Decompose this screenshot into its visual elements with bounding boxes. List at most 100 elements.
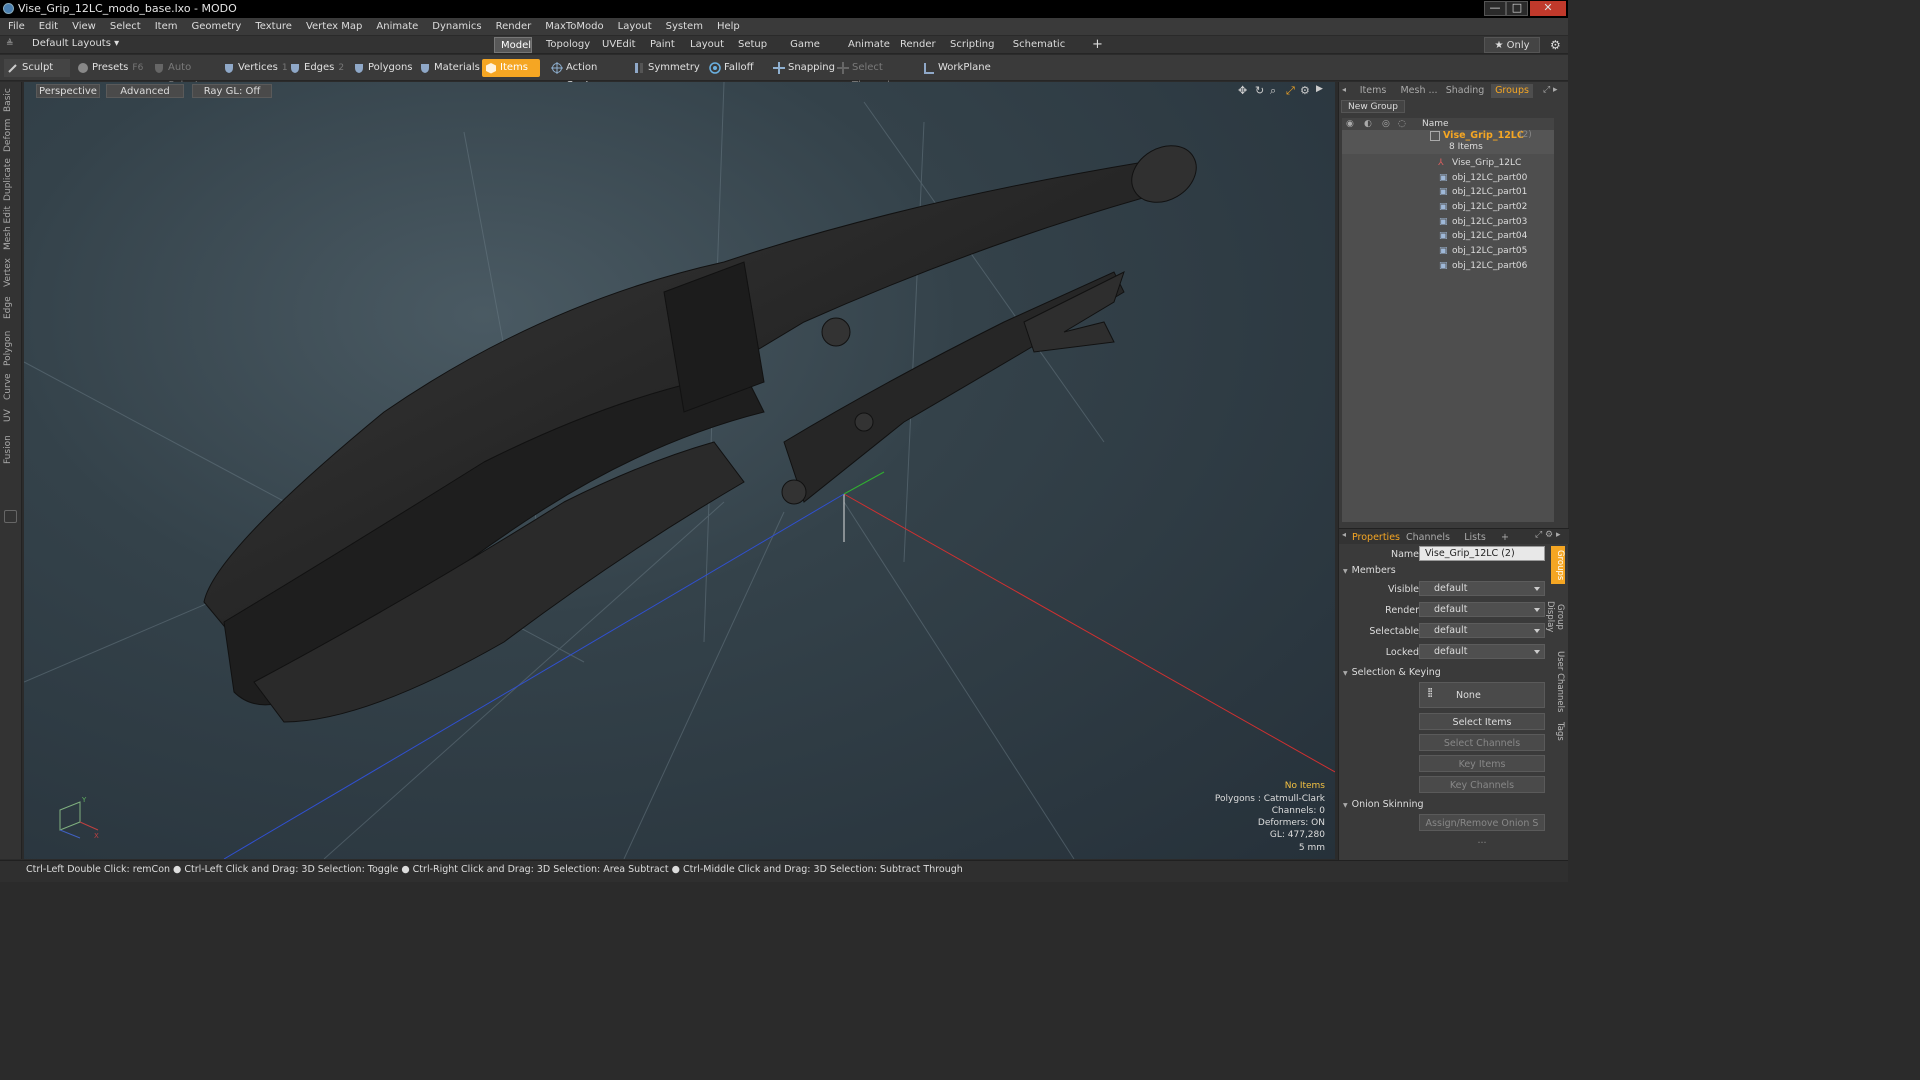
view-perspective-button[interactable]: Perspective [36,84,100,98]
group-row[interactable]: Vise_Grip_12LC (2) 8 Items [1342,130,1554,154]
layout-collapse-icon[interactable]: ≜ [6,39,14,49]
tab-mesh-edit[interactable]: Mesh Edit [3,206,17,250]
tab-basic[interactable]: Basic [3,86,17,114]
vertices-button[interactable]: Vertices 1 [220,59,288,77]
add-tab-button[interactable]: + [1086,37,1104,53]
tab-polygon[interactable]: Polygon [3,328,17,368]
auto-select-button[interactable]: Auto Select [150,59,216,91]
layout-preset-dropdown[interactable]: Default Layouts ▾ [32,38,119,49]
3d-viewport[interactable]: Perspective Advanced Ray GL: Off ✥ ↻ ⌕ ⤢… [24,82,1335,859]
polygons-button[interactable]: Polygons [350,59,413,77]
action-center-button[interactable]: Action Center [548,59,626,91]
side-tab-group-display[interactable]: Group Display [1545,588,1565,646]
tab-items[interactable]: Items [1353,84,1393,98]
tab-fusion[interactable]: Fusion [3,432,17,468]
layout-gear-icon[interactable]: ⚙ [1544,37,1564,53]
assign-onion-button[interactable]: Assign/Remove Onion S ... [1419,814,1545,846]
items-button[interactable]: Items [482,59,540,77]
tab-mesh[interactable]: Mesh ... [1397,84,1441,98]
properties-collapse-icon[interactable]: ◂ [1342,530,1346,539]
panel-expand-icon[interactable]: ⤢ ▸ [1543,85,1558,95]
tab-topology[interactable]: Topology [540,37,590,53]
menu-system[interactable]: System [659,18,710,36]
side-tab-tags[interactable]: Tags [1551,718,1565,744]
menu-vertex-map[interactable]: Vertex Map [299,18,369,36]
tab-duplicate[interactable]: Duplicate [3,158,17,202]
name-field[interactable]: Vise_Grip_12LC (2) [1419,546,1545,561]
onion-skinning-section[interactable]: Onion Skinning [1343,799,1424,810]
zoom-icon[interactable]: ⌕ [1270,84,1276,98]
menu-geometry[interactable]: Geometry [184,18,248,36]
tab-vertex[interactable]: Vertex [3,256,17,290]
menu-render[interactable]: Render [489,18,539,36]
menu-view[interactable]: View [65,18,103,36]
render-icon[interactable]: ◐ [1364,118,1372,130]
sculpt-button[interactable]: Sculpt [4,59,70,77]
tab-model[interactable]: Model [494,37,532,53]
menu-dynamics[interactable]: Dynamics [425,18,488,36]
list-item[interactable]: ▣ obj_12LC_part00 [1342,171,1554,186]
selection-keying-section[interactable]: Selection & Keying [1343,667,1441,678]
menu-edit[interactable]: Edit [32,18,65,36]
panel-collapse-icon[interactable]: ◂ [1342,85,1346,94]
snapping-button[interactable]: Snapping [770,59,835,77]
tab-paint[interactable]: Paint [644,37,675,53]
materials-button[interactable]: Materials [416,59,480,77]
tab-game-tools[interactable]: Game Tools [776,37,834,66]
none-button[interactable]: ⁞⁞ None [1419,682,1545,708]
sidebar-expand-icon[interactable] [4,510,17,523]
selectable-dropdown[interactable]: default [1419,623,1545,638]
menu-help[interactable]: Help [710,18,747,36]
tab-animate[interactable]: Animate [842,37,890,53]
visible-dropdown[interactable]: default [1419,581,1545,596]
close-button[interactable]: ✕ [1530,1,1566,16]
key-items-button[interactable]: Key Items [1419,755,1545,772]
members-section[interactable]: Members [1343,565,1396,576]
falloff-button[interactable]: Falloff [706,59,766,77]
tab-uvedit[interactable]: UVEdit [596,37,636,53]
tab-schematic-fusion[interactable]: Schematic Fusion [998,37,1080,66]
menu-texture[interactable]: Texture [248,18,299,36]
list-item[interactable]: ▣ obj_12LC_part03 [1342,215,1554,230]
side-tab-groups[interactable]: Groups [1551,546,1565,584]
tab-edge[interactable]: Edge [3,294,17,322]
locked-dropdown[interactable]: default [1419,644,1545,659]
menu-layout[interactable]: Layout [611,18,659,36]
side-tab-user-channels[interactable]: User Channels [1551,650,1565,714]
menu-animate[interactable]: Animate [369,18,425,36]
workplane-button[interactable]: WorkPlane [920,59,991,77]
list-item[interactable]: ▣ obj_12LC_part02 [1342,200,1554,215]
tab-layout[interactable]: Layout [684,37,724,53]
tab-render[interactable]: Render [894,37,936,53]
shading-advanced-button[interactable]: Advanced [106,84,184,98]
menu-select[interactable]: Select [103,18,148,36]
add-properties-tab[interactable]: + [1497,531,1513,545]
list-item[interactable]: ⅄ Vise_Grip_12LC [1342,156,1554,171]
new-group-button[interactable]: New Group [1341,100,1405,113]
menu-file[interactable]: File [0,18,32,36]
tab-groups[interactable]: Groups [1491,84,1533,98]
minimize-button[interactable]: — [1484,1,1506,16]
list-item[interactable]: ▣ obj_12LC_part06 [1342,259,1554,274]
tab-lists[interactable]: Lists [1455,531,1495,545]
tab-channels[interactable]: Channels [1403,531,1453,545]
lock-icon[interactable]: ◎ [1382,118,1390,130]
symmetry-button[interactable]: Symmetry [630,59,700,77]
tab-deform[interactable]: Deform [3,118,17,152]
select-through-button[interactable]: Select Through [834,59,916,91]
select-icon[interactable]: ◌ [1398,118,1406,130]
tab-setup[interactable]: Setup [732,37,768,53]
maximize-button[interactable]: □ [1506,1,1528,16]
viewport-expand-icon[interactable]: ▶ [1316,84,1323,94]
properties-gear-icon[interactable]: ⤢ ⚙ ▸ [1535,530,1561,540]
tab-uv[interactable]: UV [3,406,17,426]
visibility-eye-icon[interactable]: ◉ [1346,118,1354,130]
tab-scripting[interactable]: Scripting [944,37,994,53]
key-channels-button[interactable]: Key Channels [1419,776,1545,793]
render-dropdown[interactable]: default [1419,602,1545,617]
select-channels-button[interactable]: Select Channels [1419,734,1545,751]
pan-icon[interactable]: ✥ [1238,84,1247,97]
edges-button[interactable]: Edges 2 [286,59,348,77]
list-item[interactable]: ▣ obj_12LC_part04 [1342,229,1554,244]
tab-properties[interactable]: Properties [1351,531,1401,545]
